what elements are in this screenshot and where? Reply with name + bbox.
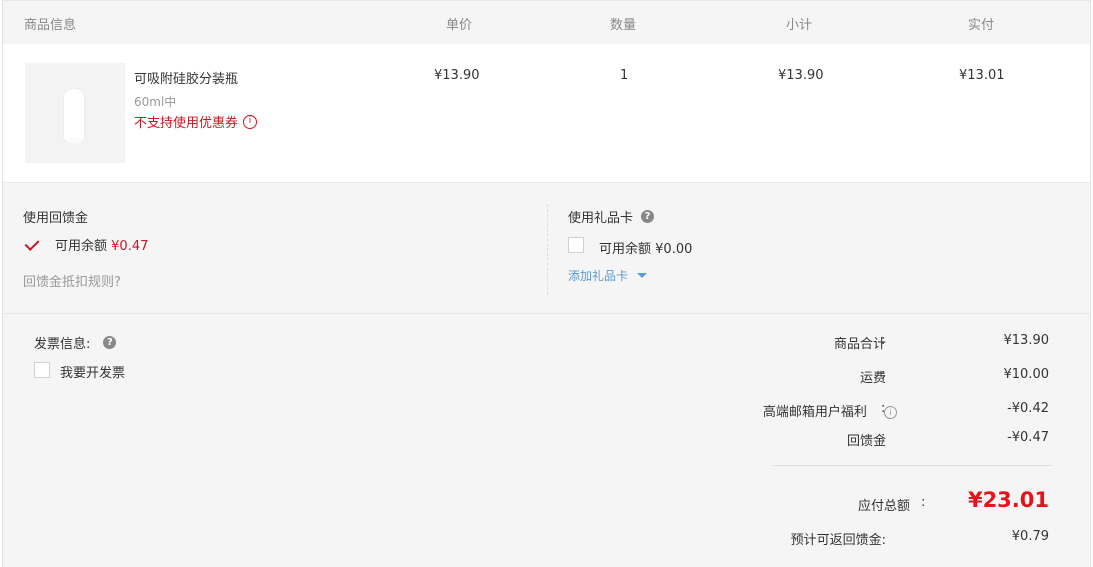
items-total-label: 商品合计	[833, 337, 886, 352]
product-actual-paid: ¥13.01	[959, 68, 1005, 83]
header-quantity: 数量	[610, 18, 637, 33]
summary-divider	[773, 465, 1052, 466]
add-gift-card-link[interactable]: 添加礼品卡	[568, 267, 648, 284]
product-spec: 60ml中	[134, 95, 177, 109]
summary-section: 发票信息: ? 我要开发票 商品合计 : ¥13.90 运费 : ¥10.00 …	[3, 314, 1090, 567]
cashback-rules-link[interactable]: 回馈金抵扣规则?	[23, 271, 121, 290]
premium-user-benefit-label: 高端邮箱用户福利 i	[763, 401, 897, 420]
bottle-cap-image	[67, 137, 81, 143]
header-actual-paid: 实付	[968, 18, 995, 33]
invoice-title-row: 发票信息: ?	[34, 333, 117, 352]
items-total-value: ¥13.90	[1003, 333, 1050, 348]
product-thumbnail[interactable]	[25, 63, 125, 163]
order-confirmation-panel: 商品信息 单价 数量 小计 实付 可吸附硅胶分装瓶 60ml中 不支持使用优惠券…	[2, 0, 1091, 567]
gift-card-balance-value: ¥0.00	[655, 242, 693, 257]
shipping-value: ¥10.00	[1003, 367, 1050, 382]
gift-card-balance-label: 可用余额	[599, 242, 652, 257]
colon: :	[881, 430, 886, 445]
invoice-checkbox[interactable]	[34, 362, 50, 378]
header-subtotal: 小计	[786, 18, 813, 33]
gift-card-title-row: 使用礼品卡 ?	[568, 207, 655, 226]
premium-user-benefit-value: -¥0.42	[1007, 401, 1049, 416]
coupon-warning-text: 不支持使用优惠券	[134, 116, 239, 131]
discount-section: 使用回馈金 可用余额 ¥0.47 回馈金抵扣规则? 使用礼品卡 ? 可用余额 ¥…	[3, 183, 1090, 314]
invoice-title: 发票信息:	[34, 337, 91, 352]
product-row: 可吸附硅胶分装瓶 60ml中 不支持使用优惠券 i ¥13.90 1 ¥13.9…	[3, 44, 1090, 183]
chevron-down-icon	[637, 273, 648, 278]
product-quantity: 1	[620, 68, 629, 83]
cashback-deduction-value: -¥0.47	[1007, 430, 1049, 445]
colon: :	[881, 333, 886, 348]
section-divider	[547, 204, 548, 295]
invoice-checkbox-label[interactable]: 我要开发票	[60, 362, 125, 381]
cashback-checkbox[interactable]	[24, 236, 41, 252]
total-label: 应付总额	[857, 499, 910, 514]
info-icon[interactable]: i	[884, 406, 897, 419]
help-icon[interactable]: ?	[641, 210, 655, 223]
help-icon[interactable]: ?	[103, 336, 117, 349]
gift-card-title: 使用礼品卡	[568, 211, 634, 226]
colon: :	[881, 401, 886, 416]
cashback-balance: 可用余额 ¥0.47	[55, 235, 148, 254]
bottle-image	[64, 89, 84, 141]
expected-cashback-label: 预计可返回馈金:	[790, 533, 886, 548]
expected-cashback-value: ¥0.79	[1011, 529, 1049, 544]
cashback-title: 使用回馈金	[23, 211, 89, 226]
header-product-info: 商品信息	[24, 18, 77, 33]
table-header: 商品信息 单价 数量 小计 实付	[3, 0, 1090, 44]
colon: :	[881, 367, 886, 382]
product-unit-price: ¥13.90	[434, 68, 480, 83]
colon: :	[921, 495, 926, 510]
gift-card-checkbox[interactable]	[568, 237, 584, 253]
product-subtotal: ¥13.90	[778, 68, 824, 83]
checkmark-icon	[24, 236, 40, 251]
info-icon[interactable]: i	[243, 114, 258, 129]
premium-label-text: 高端邮箱用户福利	[762, 405, 867, 420]
cashback-balance-label: 可用余额	[55, 239, 108, 254]
coupon-warning: 不支持使用优惠券 i	[134, 112, 258, 131]
cashback-balance-value: ¥0.47	[111, 239, 149, 254]
gift-card-balance: 可用余额 ¥0.00	[599, 238, 692, 257]
header-unit-price: 单价	[446, 18, 473, 33]
product-name[interactable]: 可吸附硅胶分装瓶	[134, 68, 238, 87]
total-value: ¥23.01	[967, 488, 1049, 512]
add-gift-card-label: 添加礼品卡	[568, 269, 629, 283]
